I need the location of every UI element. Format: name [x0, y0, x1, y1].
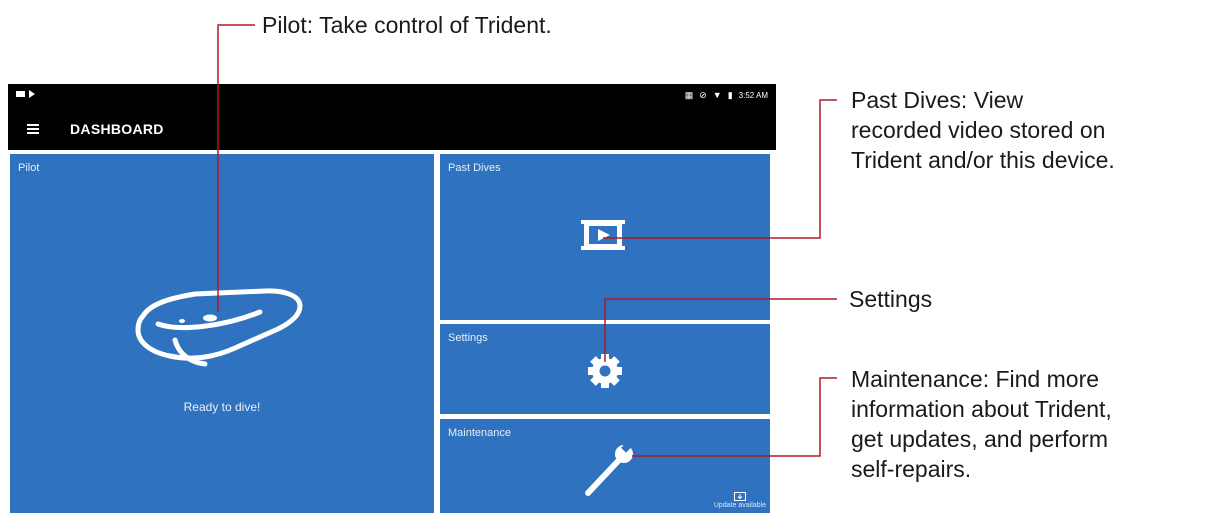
pilot-annotation: Pilot: Take control of Trident.: [262, 12, 552, 38]
maintenance-annotation-line: information about Trident,: [851, 396, 1112, 422]
maintenance-annotation-line: Maintenance: Find more: [851, 366, 1100, 392]
settings-annotation: Settings: [849, 286, 933, 312]
past-dives-annotation-line: recorded video stored on: [851, 117, 1106, 143]
maintenance-annotation-line: self-repairs.: [851, 456, 972, 482]
maintenance-annotation: Maintenance: Find more information about…: [851, 364, 1112, 484]
maintenance-leader-line: [632, 377, 837, 457]
maintenance-annotation-line: get updates, and perform: [851, 426, 1108, 452]
past-dives-annotation-line: Past Dives: View: [851, 87, 1024, 113]
past-dives-annotation: Past Dives: View recorded video stored o…: [851, 85, 1115, 175]
past-dives-annotation-line: Trident and/or this device.: [851, 147, 1115, 173]
settings-leader-line: [604, 298, 837, 362]
pilot-leader-line: [217, 24, 255, 312]
past-dives-leader-line: [603, 99, 837, 239]
